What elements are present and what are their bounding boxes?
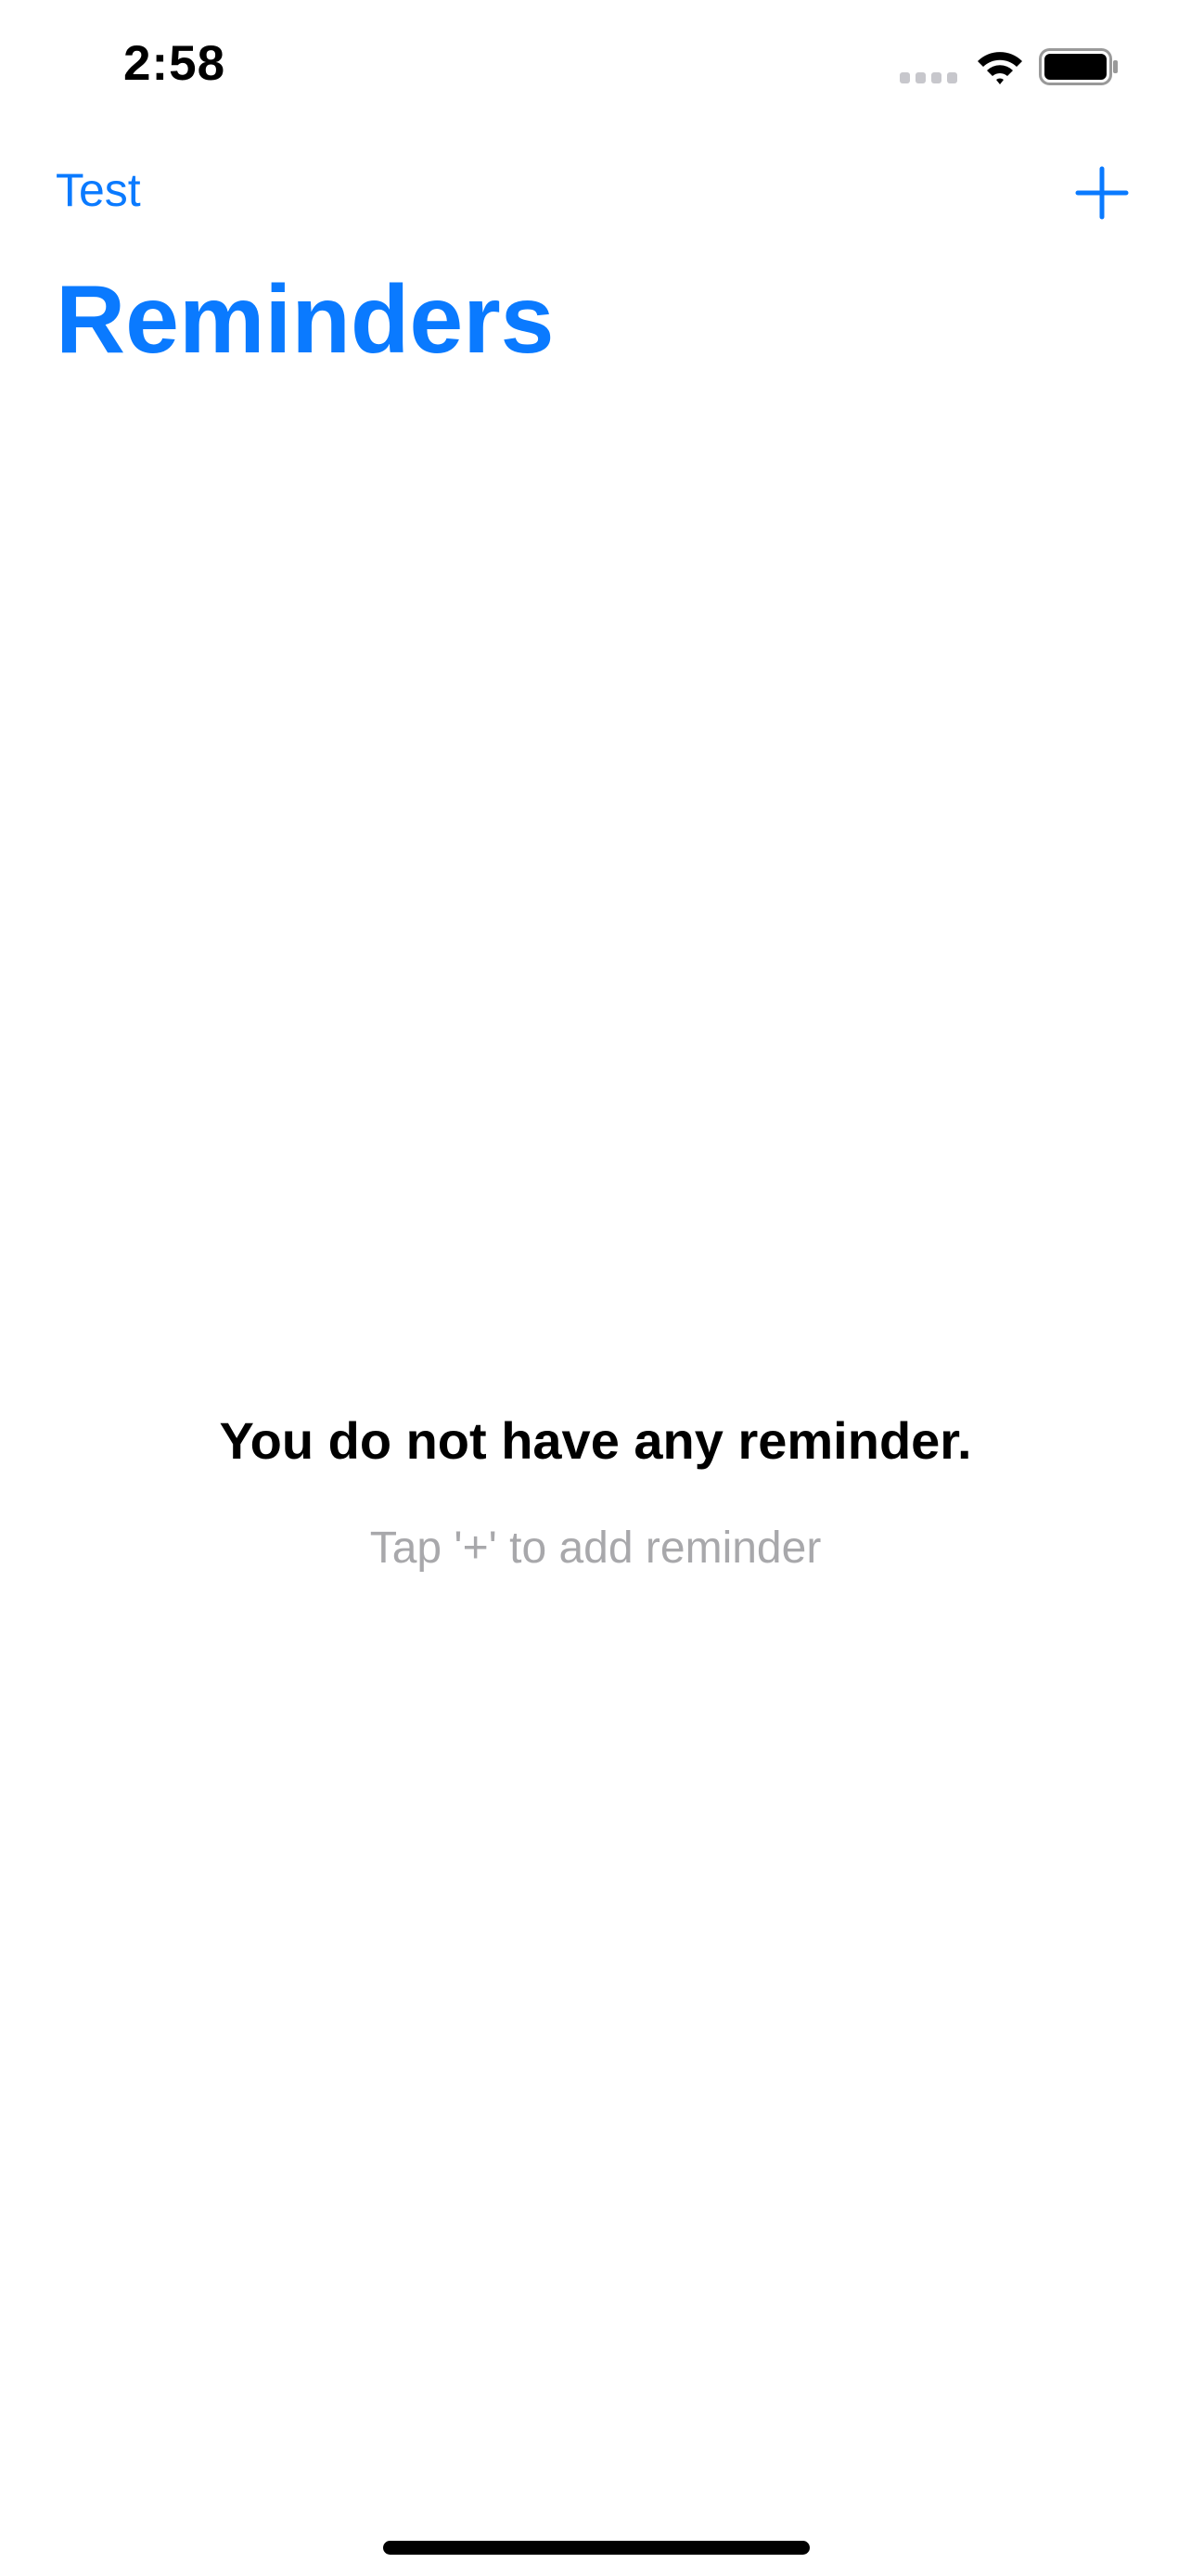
page-title: Reminders	[56, 266, 555, 374]
plus-icon	[1075, 166, 1129, 220]
empty-state-title: You do not have any reminder.	[219, 1411, 972, 1470]
add-reminder-button[interactable]	[1074, 165, 1130, 221]
wifi-icon	[978, 52, 1022, 84]
empty-state: You do not have any reminder. Tap '+' to…	[0, 1402, 1191, 1578]
reminders-screen: 2:58 Test Reminders You do not have any …	[0, 0, 1191, 2576]
empty-state-subtitle: Tap '+' to add reminder	[369, 1524, 822, 1573]
status-time: 2:58	[123, 36, 226, 91]
battery-icon	[1039, 48, 1118, 85]
test-nav-button[interactable]: Test	[56, 163, 141, 217]
cellular-signal-icon	[900, 72, 957, 83]
home-indicator[interactable]	[383, 2541, 810, 2555]
status-bar: 2:58	[0, 0, 1191, 139]
